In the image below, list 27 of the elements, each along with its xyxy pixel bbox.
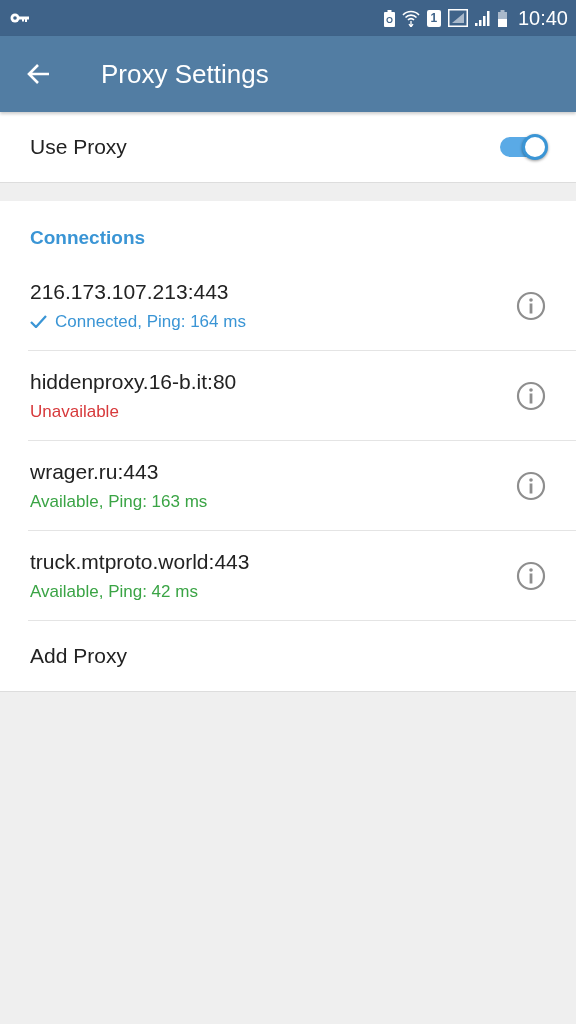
proxy-status: Connected, Ping: 164 ms [55, 311, 246, 332]
battery-saver-icon [383, 9, 395, 27]
proxy-address[interactable]: 216.173.107.213:443 [30, 279, 246, 304]
section-header: Connections [29, 227, 147, 249]
proxy-status: Available, Ping: 42 ms [30, 581, 198, 602]
checkmark-icon [30, 315, 47, 328]
sim-icon: 1 [426, 9, 441, 27]
add-proxy-button[interactable]: Add Proxy [30, 644, 127, 668]
battery-icon [497, 9, 507, 27]
proxy-address[interactable]: truck.mtproto.world:443 [30, 549, 250, 574]
signal-icon [474, 10, 491, 26]
screen-title: Proxy Settings [101, 58, 269, 90]
info-icon[interactable] [516, 560, 546, 591]
use-proxy-switch[interactable] [500, 137, 546, 157]
proxy-address[interactable]: wrager.ru:443 [30, 459, 208, 484]
info-icon[interactable] [516, 380, 546, 411]
clock-time: 10:40 [517, 6, 568, 30]
proxy-status: Unavailable [30, 401, 119, 422]
proxy-address[interactable]: hiddenproxy.16-b.it:80 [30, 369, 237, 394]
key-icon [10, 12, 30, 24]
info-icon[interactable] [516, 290, 546, 321]
wifi-icon [401, 9, 420, 27]
info-icon[interactable] [516, 470, 546, 501]
back-arrow-icon [26, 63, 50, 85]
signal-icon [447, 9, 468, 27]
proxy-status: Available, Ping: 163 ms [30, 491, 208, 512]
use-proxy-label: Use Proxy [30, 135, 127, 159]
